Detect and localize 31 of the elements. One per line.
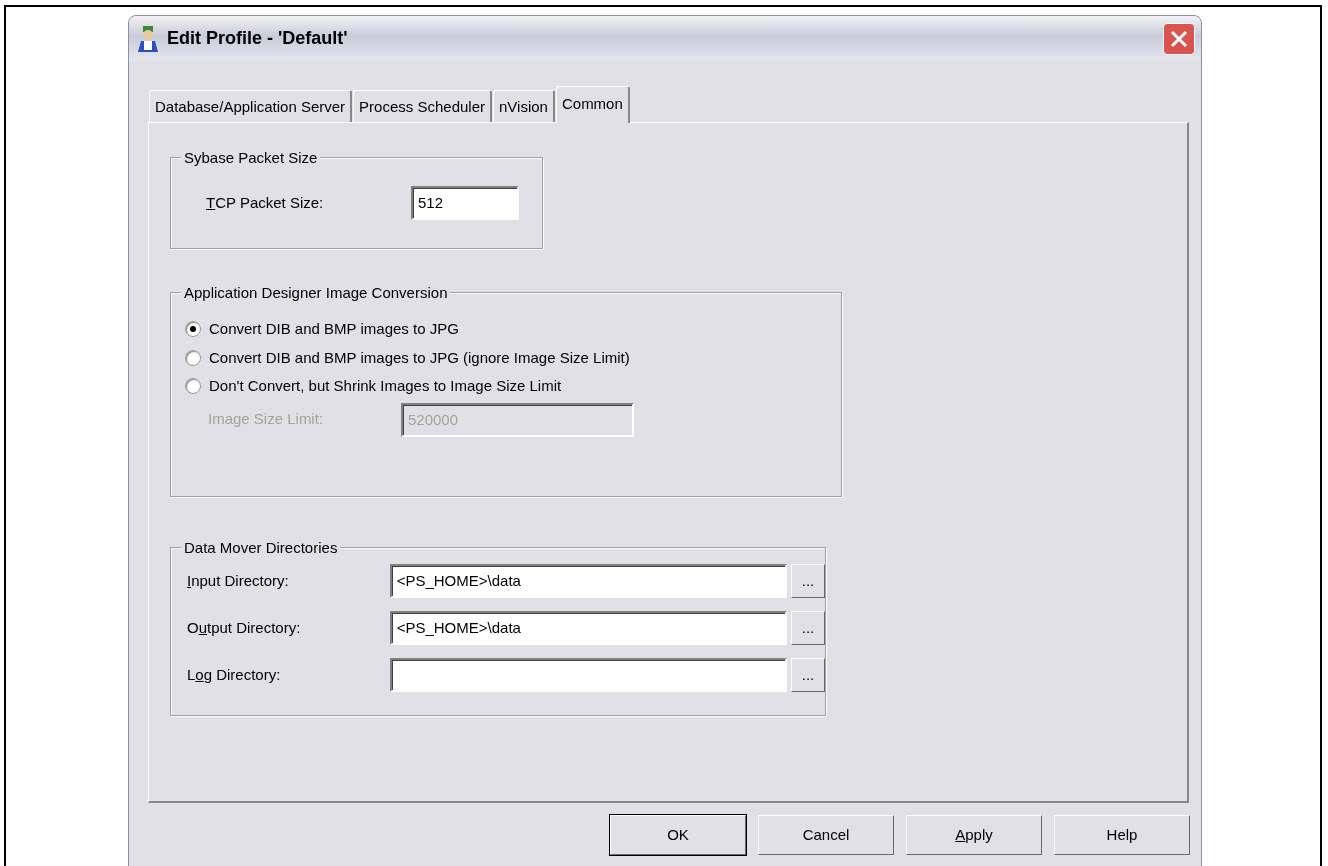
- dialog-button[interactable]: Cancel: [758, 815, 894, 855]
- input-field[interactable]: <PS_HOME>\data: [389, 611, 788, 645]
- tab[interactable]: Database/Application Server: [149, 90, 353, 122]
- browse-button[interactable]: ...: [791, 658, 825, 692]
- radio-label[interactable]: Don't Convert, but Shrink Images to Image Size Limit: [209, 375, 562, 398]
- field-label: Input Directory:: [187, 570, 290, 591]
- radio-label[interactable]: Convert DIB and BMP images to JPG (ignore Image Size Limit): [209, 346, 630, 369]
- tab[interactable]: nVision: [493, 90, 555, 122]
- tab[interactable]: Common: [555, 86, 630, 123]
- dialog-button[interactable]: Apply: [906, 815, 1042, 855]
- input-field[interactable]: <PS_HOME>\data: [389, 564, 788, 598]
- app-icon: [135, 24, 161, 53]
- tab[interactable]: Process Scheduler: [353, 90, 492, 122]
- close-button[interactable]: [1163, 22, 1195, 55]
- dialog-button[interactable]: OK: [610, 815, 746, 855]
- input-field: 520000: [401, 402, 634, 437]
- input-field[interactable]: [389, 658, 788, 692]
- radio-button[interactable]: [185, 349, 201, 366]
- radio-button[interactable]: [185, 378, 201, 395]
- field-label: Log Directory:: [187, 664, 282, 685]
- close-icon: [1170, 29, 1188, 48]
- window-title: Edit Profile - 'Default': [167, 27, 348, 50]
- radio-label[interactable]: Convert DIB and BMP images to JPG: [209, 318, 459, 341]
- field-label: TCP Packet Size:: [206, 192, 325, 213]
- field-label: Output Directory:: [187, 617, 302, 638]
- browse-button[interactable]: ...: [791, 564, 825, 598]
- radio-button[interactable]: [185, 321, 201, 338]
- dialog-button[interactable]: Help: [1054, 815, 1190, 855]
- input-field[interactable]: 512: [411, 186, 519, 220]
- field-label: Image Size Limit:: [208, 409, 325, 430]
- browse-button[interactable]: ...: [791, 611, 825, 645]
